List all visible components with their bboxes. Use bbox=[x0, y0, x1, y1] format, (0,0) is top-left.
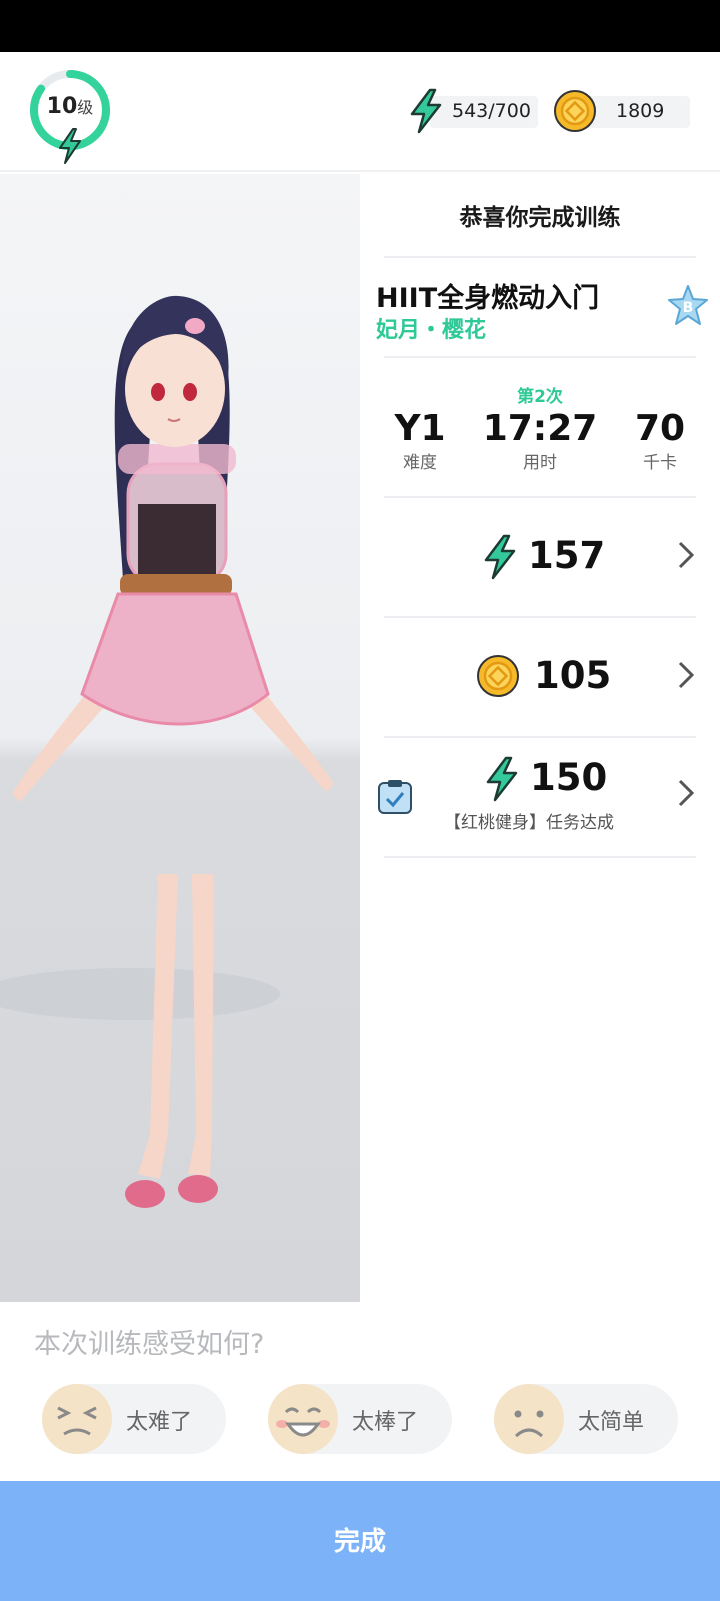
level-label: 10级 bbox=[28, 94, 112, 119]
coin-icon bbox=[554, 90, 596, 132]
stat-duration: 17:27 用时 bbox=[480, 406, 600, 474]
course-subtitle: 妃月・樱花 bbox=[376, 318, 487, 343]
reward-coin-row[interactable]: 105 bbox=[384, 618, 696, 736]
status-bar bbox=[0, 0, 720, 52]
congrats-title: 恭喜你完成训练 bbox=[459, 205, 621, 231]
done-button[interactable]: 完成 bbox=[0, 1481, 720, 1601]
energy-bolt-icon bbox=[410, 88, 442, 134]
stat-label: 用时 bbox=[523, 453, 557, 473]
reward-note: 【红桃健身】任务达成 bbox=[444, 813, 614, 833]
character-model-view[interactable] bbox=[0, 174, 360, 1302]
coin-icon bbox=[477, 655, 519, 697]
energy-bolt-icon bbox=[486, 756, 518, 802]
chevron-right-icon bbox=[678, 661, 695, 689]
badge-letter: B bbox=[683, 300, 694, 316]
reward-value: 157 bbox=[528, 534, 606, 577]
session-count: 第2次 bbox=[517, 387, 563, 407]
energy-bolt-icon bbox=[59, 128, 81, 164]
stat-difficulty: Y1 难度 bbox=[360, 406, 480, 474]
grimace-face-icon bbox=[42, 1384, 112, 1454]
reward-value: 105 bbox=[534, 654, 612, 697]
level-badge[interactable]: 10级 bbox=[28, 68, 112, 164]
feedback-too-easy-button[interactable]: 太简单 bbox=[494, 1384, 678, 1454]
stat-value: Y1 bbox=[394, 408, 446, 449]
top-bar: 10级 543/700 1809 bbox=[0, 52, 720, 172]
reward-task-row[interactable]: 150 【红桃健身】任务达成 bbox=[378, 738, 696, 856]
coin-value: 1809 bbox=[616, 100, 665, 122]
chevron-right-icon bbox=[678, 779, 695, 807]
frown-face-icon bbox=[494, 1384, 564, 1454]
divider bbox=[384, 356, 696, 358]
stat-calories: 70 千卡 bbox=[600, 406, 720, 474]
course-title: HIIT全身燃动入门 bbox=[376, 283, 600, 314]
stat-value: 70 bbox=[634, 408, 686, 449]
reward-energy-row[interactable]: 157 bbox=[384, 498, 696, 616]
level-unit: 级 bbox=[77, 98, 94, 117]
level-value: 10 bbox=[46, 94, 78, 119]
stat-value: 17:27 bbox=[482, 408, 598, 449]
feedback-label: 太难了 bbox=[126, 1410, 193, 1435]
energy-value: 543/700 bbox=[452, 100, 531, 122]
laughing-face-icon bbox=[268, 1384, 338, 1454]
feedback-label: 太棒了 bbox=[352, 1410, 419, 1435]
grade-badge-star-icon[interactable]: B bbox=[666, 284, 710, 328]
stat-label: 难度 bbox=[403, 453, 437, 473]
feedback-great-button[interactable]: 太棒了 bbox=[268, 1384, 452, 1454]
reward-value: 150 bbox=[530, 756, 608, 799]
chevron-right-icon bbox=[678, 541, 695, 569]
energy-bolt-icon bbox=[484, 534, 516, 580]
feedback-prompt: 本次训练感受如何? bbox=[34, 1329, 265, 1360]
divider bbox=[384, 856, 696, 858]
task-clipboard-icon bbox=[378, 780, 412, 814]
feedback-too-hard-button[interactable]: 太难了 bbox=[42, 1384, 226, 1454]
anime-character-illustration bbox=[0, 295, 334, 1208]
stat-label: 千卡 bbox=[643, 453, 677, 473]
divider bbox=[384, 256, 696, 258]
feedback-label: 太简单 bbox=[578, 1410, 645, 1435]
training-result-panel: 恭喜你完成训练 HIIT全身燃动入门 妃月・樱花 B 第2次 Y1 难度 17:… bbox=[360, 174, 720, 1302]
